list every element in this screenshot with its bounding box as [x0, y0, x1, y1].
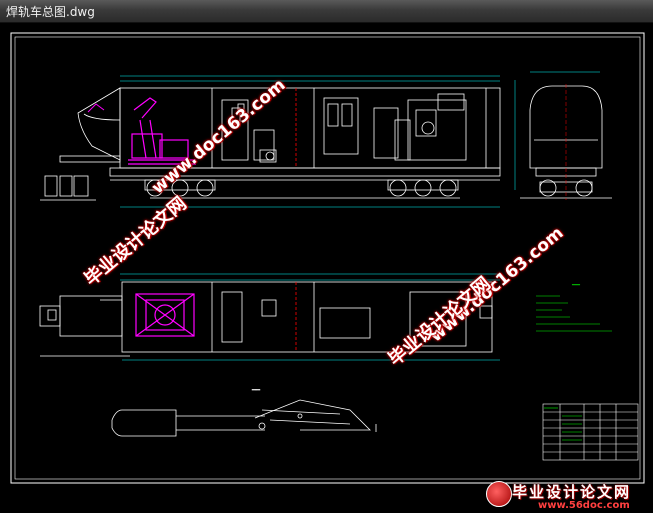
mechanism-sketch: —— — [111, 387, 377, 437]
badge-site-name: 毕业设计论文网 — [512, 483, 632, 501]
drawing-canvas[interactable]: —— —— www.doc163.com 毕业设计论文网 www.doc163.… — [0, 23, 653, 511]
window-title: 焊轨车总图.dwg — [6, 5, 95, 19]
site-badge: 毕业设计论文网 www.56doc.com — [486, 481, 646, 513]
svg-text:——: —— — [572, 282, 580, 287]
title-block — [542, 403, 639, 461]
technical-notes: —— — [536, 282, 612, 332]
site-logo-icon — [486, 481, 512, 507]
plan-manipulator — [135, 293, 195, 337]
end-elevation-view — [514, 71, 612, 200]
window-titlebar[interactable]: 焊轨车总图.dwg — [0, 0, 653, 23]
badge-site-url: www.56doc.com — [538, 500, 630, 511]
svg-text:——: —— — [252, 387, 260, 392]
